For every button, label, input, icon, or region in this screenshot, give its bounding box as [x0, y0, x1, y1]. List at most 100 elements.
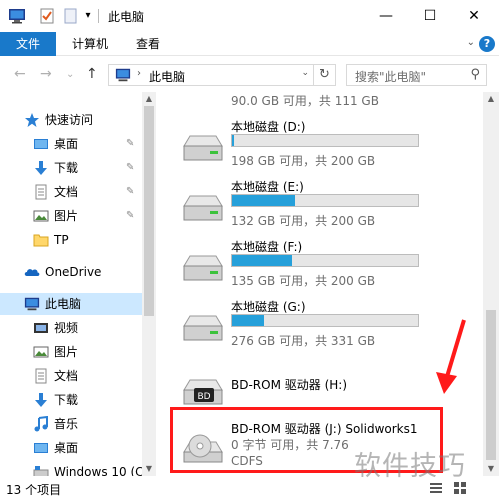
nav-label: 桌面 [54, 137, 79, 151]
nav-item-downloads-pc[interactable]: 下载 [0, 389, 142, 411]
forward-button[interactable]: → [40, 66, 52, 82]
drive-size: 198 GB 可用，共 200 GB [231, 154, 376, 168]
drive-name: 本地磁盘 (E:) [231, 180, 304, 194]
drive-size: 276 GB 可用，共 331 GB [231, 334, 376, 348]
drive-usage-bar [231, 314, 419, 327]
scroll-up-icon[interactable]: ▲ [142, 92, 156, 106]
nav-item-onedrive[interactable]: OneDrive [0, 261, 142, 283]
drive-usage-bar [231, 134, 419, 147]
watermark-text: 软件技巧 [354, 451, 466, 482]
cloud-icon [24, 269, 40, 276]
scroll-up-icon[interactable]: ▲ [484, 92, 498, 106]
refresh-button[interactable]: ↻ [313, 65, 335, 85]
nav-item-pictures[interactable]: 图片 ✎ [0, 205, 142, 227]
ribbon-expand-icon[interactable]: ⌄ [467, 37, 475, 48]
search-input[interactable]: 搜索"此电脑" ⚲ [346, 64, 487, 86]
nav-item-tp[interactable]: TP [0, 229, 142, 251]
drive-name: 本地磁盘 (G:) [231, 300, 306, 314]
drive-name: BD-ROM 驱动器 (H:) [231, 378, 347, 392]
nav-label: 快速访问 [45, 113, 94, 127]
nav-item-desktop-pc[interactable]: 桌面 [0, 437, 142, 459]
tab-computer[interactable]: 计算机 [60, 32, 120, 56]
nav-item-videos[interactable]: 视频 [0, 317, 142, 339]
breadcrumb-chevron-icon[interactable]: › [137, 68, 141, 79]
drive-item-f[interactable]: 本地磁盘 (F:) 135 GB 可用，共 200 GB [174, 238, 474, 296]
nav-label: 文档 [54, 369, 79, 383]
scroll-down-icon[interactable]: ▼ [484, 462, 498, 476]
quick-access-dropdown-icon[interactable]: ▾ [80, 4, 96, 28]
computer-icon[interactable] [8, 7, 26, 25]
nav-scroll-thumb[interactable] [144, 106, 154, 316]
nav-item-music[interactable]: 音乐 [0, 413, 142, 435]
pin-icon[interactable]: ✎ [126, 133, 134, 155]
item-count: 13 个项目 [6, 483, 62, 497]
content-scroll-thumb[interactable] [486, 310, 496, 460]
address-dropdown-icon[interactable]: ⌄ [301, 68, 309, 78]
nav-pane-scrollbar[interactable]: ▲ ▼ [142, 92, 156, 476]
nav-label: TP [54, 233, 69, 247]
nav-item-documents[interactable]: 文档 ✎ [0, 181, 142, 203]
drive-usage-fill [232, 195, 296, 206]
address-bar[interactable]: › 此电脑 ⌄ ↻ [108, 64, 336, 86]
minimize-button[interactable]: — [374, 4, 398, 28]
recent-locations-icon[interactable]: ⌄ [66, 69, 74, 80]
nav-item-quick-access[interactable]: 快速访问 [0, 109, 142, 131]
drive-size: 132 GB 可用，共 200 GB [231, 214, 376, 228]
hard-drive-icon [183, 255, 223, 281]
back-button[interactable]: ← [14, 66, 26, 82]
help-icon[interactable]: ? [479, 36, 495, 52]
search-icon[interactable]: ⚲ [470, 67, 480, 82]
hard-drive-icon [183, 195, 223, 221]
pin-icon[interactable]: ✎ [126, 205, 134, 227]
document-icon [35, 184, 47, 200]
music-icon [34, 416, 48, 432]
up-button[interactable]: ↑ [86, 66, 98, 82]
search-placeholder: 搜索"此电脑" [355, 70, 427, 84]
pin-icon[interactable]: ✎ [126, 181, 134, 203]
computer-icon [24, 297, 40, 311]
drive-item-e[interactable]: 本地磁盘 (E:) 132 GB 可用，共 200 GB [174, 178, 474, 236]
drive-item-g[interactable]: 本地磁盘 (G:) 276 GB 可用，共 331 GB [174, 298, 474, 356]
new-folder-icon[interactable] [62, 7, 80, 25]
pictures-icon [33, 210, 49, 222]
scroll-down-icon[interactable]: ▼ [142, 462, 156, 476]
nav-item-windows-c[interactable]: Windows 10 (C [0, 461, 144, 476]
nav-item-this-pc[interactable]: 此电脑 [0, 293, 142, 315]
download-icon [35, 393, 47, 407]
maximize-button[interactable]: ☐ [418, 4, 442, 28]
drive-size: 135 GB 可用，共 200 GB [231, 274, 376, 288]
ribbon-tabs: 文件 计算机 查看 ⌄ ? [0, 32, 499, 56]
nav-item-downloads[interactable]: 下载 ✎ [0, 157, 142, 179]
drive-usage-bar [231, 254, 419, 267]
nav-label: 图片 [54, 209, 79, 223]
navigation-pane: 快速访问 桌面 ✎ 下载 ✎ 文档 ✎ 图片 ✎ TP OneDrive 此电脑… [0, 92, 156, 476]
title-bar: ▾ 此电脑 — ☐ ✕ [0, 0, 499, 32]
hard-drive-icon [183, 315, 223, 341]
content-scrollbar[interactable]: ▲ ▼ [483, 92, 499, 476]
tab-file[interactable]: 文件 [0, 32, 56, 56]
bd-badge: BD [197, 392, 210, 402]
nav-label: 下载 [54, 161, 79, 175]
close-button[interactable]: ✕ [462, 4, 486, 28]
window-title: 此电脑 [108, 10, 145, 24]
drive-usage-fill [232, 315, 264, 326]
nav-label: 下载 [54, 393, 79, 407]
nav-label: 文档 [54, 185, 79, 199]
nav-label: OneDrive [45, 265, 102, 279]
nav-item-desktop[interactable]: 桌面 ✎ [0, 133, 142, 155]
pin-icon[interactable]: ✎ [126, 157, 134, 179]
nav-item-documents-pc[interactable]: 文档 [0, 365, 142, 387]
tab-view[interactable]: 查看 [126, 32, 170, 56]
nav-label: 桌面 [54, 441, 79, 455]
title-separator [98, 9, 99, 23]
drive-name: 本地磁盘 (D:) [231, 120, 306, 134]
windows-drive-icon [33, 466, 49, 476]
properties-icon[interactable] [38, 7, 56, 25]
nav-label: 音乐 [54, 417, 79, 431]
drive-usage-fill [232, 255, 293, 266]
address-row: ← → ⌄ ↑ › 此电脑 ⌄ ↻ 搜索"此电脑" ⚲ [0, 56, 499, 92]
nav-item-pictures-pc[interactable]: 图片 [0, 341, 142, 363]
nav-label: Windows 10 (C [54, 465, 144, 476]
drive-item-d[interactable]: 本地磁盘 (D:) 198 GB 可用，共 200 GB [174, 118, 474, 176]
breadcrumb[interactable]: 此电脑 [149, 68, 185, 85]
